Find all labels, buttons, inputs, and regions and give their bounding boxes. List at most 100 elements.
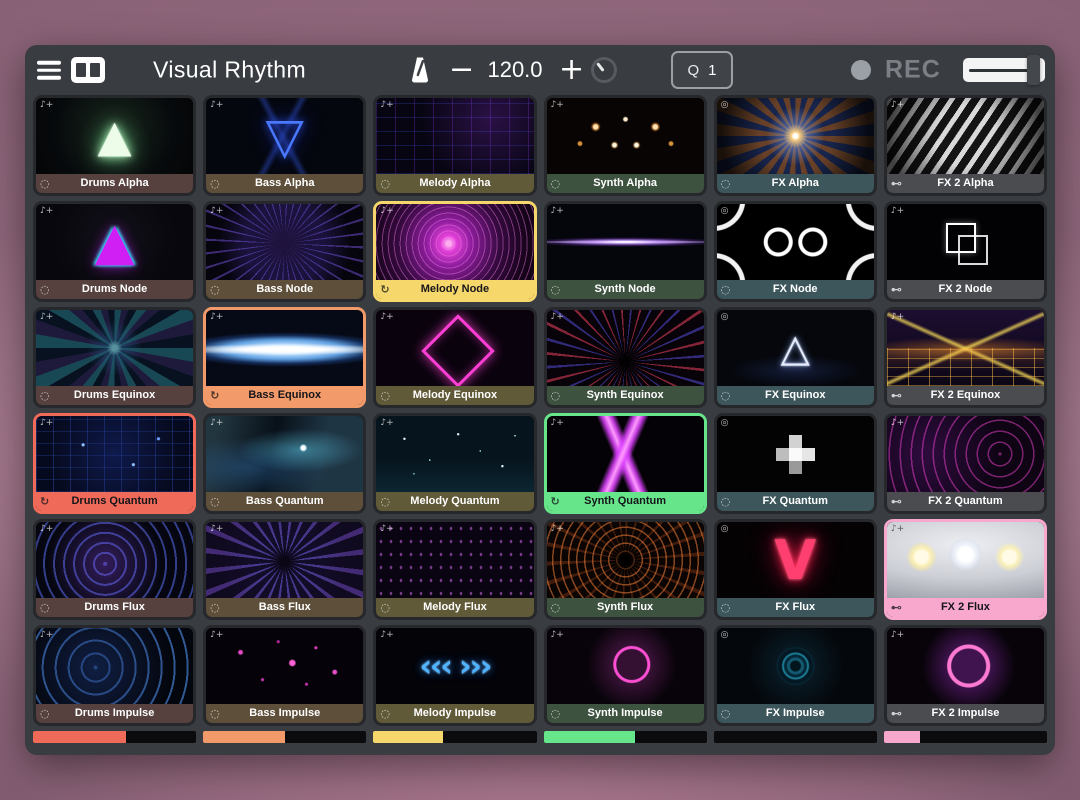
clip-cell-fx-flux[interactable]: ◎ ◌ FX Flux <box>714 519 877 620</box>
clip-cell-fx-2-flux[interactable]: ♪+ ⊷ FX 2 Flux <box>884 519 1047 620</box>
filmstrip-icon[interactable] <box>71 57 105 83</box>
tempo-value[interactable]: 120.0 <box>477 57 553 83</box>
clip-thumbnail[interactable]: ♪+ <box>36 628 193 704</box>
clip-cell-drums-alpha[interactable]: ♪+ ◌ Drums Alpha <box>33 95 196 196</box>
clip-thumbnail[interactable]: ♪+ <box>36 522 193 598</box>
clip-cell-melody-alpha[interactable]: ♪+ ◌ Melody Alpha <box>373 95 536 196</box>
clip-cell-synth-impulse[interactable]: ♪+ ◌ Synth Impulse <box>544 625 707 726</box>
clip-thumbnail[interactable]: ♪+ <box>376 522 533 598</box>
clip-cell-bass-quantum[interactable]: ♪+ ◌ Bass Quantum <box>203 413 366 514</box>
clip-cell-fx-2-quantum[interactable]: ♪+ ⊷ FX 2 Quantum <box>884 413 1047 514</box>
clip-cell-drums-impulse[interactable]: ♪+ ◌ Drums Impulse <box>33 625 196 726</box>
column-progress-strip <box>714 731 877 743</box>
clip-cell-melody-impulse[interactable]: ♪+ ◌ Melody Impulse <box>373 625 536 726</box>
clip-cell-bass-flux[interactable]: ♪+ ◌ Bass Flux <box>203 519 366 620</box>
clip-label-text: FX Flux <box>775 601 815 613</box>
clip-thumbnail[interactable]: ♪+ <box>547 204 704 280</box>
clip-thumbnail[interactable]: ♪+ <box>376 416 533 492</box>
clip-thumbnail[interactable]: ♪+ <box>887 310 1044 386</box>
clip-cell-bass-node[interactable]: ♪+ ◌ Bass Node <box>203 201 366 302</box>
clip-cell-drums-flux[interactable]: ♪+ ◌ Drums Flux <box>33 519 196 620</box>
clip-label: ⊷ FX 2 Node <box>887 280 1044 299</box>
clip-thumbnail[interactable]: ◎ <box>717 416 874 492</box>
clip-thumbnail[interactable]: ◎ <box>717 522 874 598</box>
clip-cell-bass-impulse[interactable]: ♪+ ◌ Bass Impulse <box>203 625 366 726</box>
clip-cell-drums-quantum[interactable]: ♪+ ↻ Drums Quantum <box>33 413 196 514</box>
clip-cell-fx-2-alpha[interactable]: ♪+ ⊷ FX 2 Alpha <box>884 95 1047 196</box>
tap-tempo-dial-icon[interactable] <box>591 57 617 83</box>
clip-thumbnail[interactable]: ♪+ <box>206 98 363 174</box>
clip-thumbnail[interactable]: ♪+ <box>547 522 704 598</box>
clip-label: ◌ Melody Alpha <box>376 174 533 193</box>
clip-thumbnail[interactable]: ♪+ <box>376 310 533 386</box>
clip-thumbnail[interactable]: ◎ <box>717 204 874 280</box>
note-plus-icon: ♪+ <box>210 312 223 322</box>
clip-thumbnail[interactable]: ♪+ <box>887 522 1044 598</box>
clip-thumbnail[interactable]: ♪+ <box>887 204 1044 280</box>
clip-cell-synth-quantum[interactable]: ♪+ ↻ Synth Quantum <box>544 413 707 514</box>
clip-thumbnail[interactable]: ♪+ <box>547 310 704 386</box>
clip-thumbnail[interactable]: ♪+ <box>206 416 363 492</box>
hamburger-menu-icon[interactable] <box>37 61 61 80</box>
column-progress-strip <box>373 731 536 743</box>
clip-cell-fx-node[interactable]: ◎ ◌ FX Node <box>714 201 877 302</box>
clip-thumbnail[interactable]: ♪+ <box>36 416 193 492</box>
clip-label-text: Melody Equinox <box>413 389 497 401</box>
clip-label: ◌ FX Flux <box>717 598 874 617</box>
clip-cell-synth-equinox[interactable]: ♪+ ◌ Synth Equinox <box>544 307 707 408</box>
record-label[interactable]: REC <box>885 56 941 85</box>
clip-cell-synth-node[interactable]: ♪+ ◌ Synth Node <box>544 201 707 302</box>
clip-cell-fx-2-node[interactable]: ♪+ ⊷ FX 2 Node <box>884 201 1047 302</box>
clip-cell-synth-alpha[interactable]: ♪+ ◌ Synth Alpha <box>544 95 707 196</box>
clip-thumbnail[interactable]: ◎ <box>717 628 874 704</box>
clip-thumbnail[interactable]: ◎ <box>717 310 874 386</box>
note-plus-icon: ♪+ <box>380 206 393 216</box>
clip-cell-fx-impulse[interactable]: ◎ ◌ FX Impulse <box>714 625 877 726</box>
clip-thumbnail[interactable]: ♪+ <box>376 628 533 704</box>
clip-label: ⊷ FX 2 Quantum <box>887 492 1044 511</box>
clip-cell-bass-alpha[interactable]: ♪+ ◌ Bass Alpha <box>203 95 366 196</box>
clip-thumbnail[interactable]: ♪+ <box>206 522 363 598</box>
clip-cell-melody-flux[interactable]: ♪+ ◌ Melody Flux <box>373 519 536 620</box>
metronome-icon[interactable] <box>409 57 431 84</box>
clip-thumbnail[interactable]: ◎ <box>717 98 874 174</box>
clip-cell-bass-equinox[interactable]: ♪+ ↻ Bass Equinox <box>203 307 366 408</box>
clip-thumbnail[interactable]: ♪+ <box>887 416 1044 492</box>
clip-thumbnail[interactable]: ♪+ <box>376 98 533 174</box>
clip-thumbnail[interactable]: ♪+ <box>887 628 1044 704</box>
clip-label: ◌ Synth Node <box>547 280 704 299</box>
clip-thumbnail[interactable]: ♪+ <box>36 98 193 174</box>
note-plus-icon: ♪+ <box>551 524 564 534</box>
clip-label: ◌ Synth Flux <box>547 598 704 617</box>
clip-cell-melody-equinox[interactable]: ♪+ ◌ Melody Equinox <box>373 307 536 408</box>
clip-thumbnail[interactable]: ♪+ <box>547 628 704 704</box>
clip-thumbnail[interactable]: ♪+ <box>206 204 363 280</box>
clip-thumbnail[interactable]: ♪+ <box>206 628 363 704</box>
tempo-decrease-button[interactable]: − <box>449 55 474 85</box>
quantize-circle-icon: ◌ <box>40 386 50 405</box>
clip-thumbnail[interactable]: ♪+ <box>376 204 533 280</box>
record-indicator[interactable] <box>851 60 871 80</box>
tempo-increase-button[interactable]: + <box>559 55 584 85</box>
clip-thumbnail[interactable]: ♪+ <box>547 416 704 492</box>
clip-thumbnail[interactable]: ♪+ <box>36 204 193 280</box>
master-fader[interactable] <box>963 58 1045 82</box>
clip-thumbnail[interactable]: ♪+ <box>36 310 193 386</box>
clip-cell-fx-equinox[interactable]: ◎ ◌ FX Equinox <box>714 307 877 408</box>
clip-cell-fx-2-equinox[interactable]: ♪+ ⊷ FX 2 Equinox <box>884 307 1047 408</box>
launch-active-icon: ↻ <box>210 386 219 405</box>
clip-cell-fx-2-impulse[interactable]: ♪+ ⊷ FX 2 Impulse <box>884 625 1047 726</box>
quantize-control[interactable]: Q 1 <box>671 51 733 89</box>
clip-cell-melody-node[interactable]: ♪+ ↻ Melody Node <box>373 201 536 302</box>
fader-knob[interactable] <box>1027 55 1040 85</box>
clip-thumbnail[interactable]: ♪+ <box>547 98 704 174</box>
clip-cell-fx-quantum[interactable]: ◎ ◌ FX Quantum <box>714 413 877 514</box>
clip-thumbnail[interactable]: ♪+ <box>887 98 1044 174</box>
clip-cell-drums-equinox[interactable]: ♪+ ◌ Drums Equinox <box>33 307 196 408</box>
clip-thumbnail[interactable]: ♪+ <box>206 310 363 386</box>
clip-cell-drums-node[interactable]: ♪+ ◌ Drums Node <box>33 201 196 302</box>
clip-cell-synth-flux[interactable]: ♪+ ◌ Synth Flux <box>544 519 707 620</box>
clip-cell-melody-quantum[interactable]: ♪+ ◌ Melody Quantum <box>373 413 536 514</box>
clip-cell-fx-alpha[interactable]: ◎ ◌ FX Alpha <box>714 95 877 196</box>
note-plus-icon: ♪+ <box>551 418 564 428</box>
